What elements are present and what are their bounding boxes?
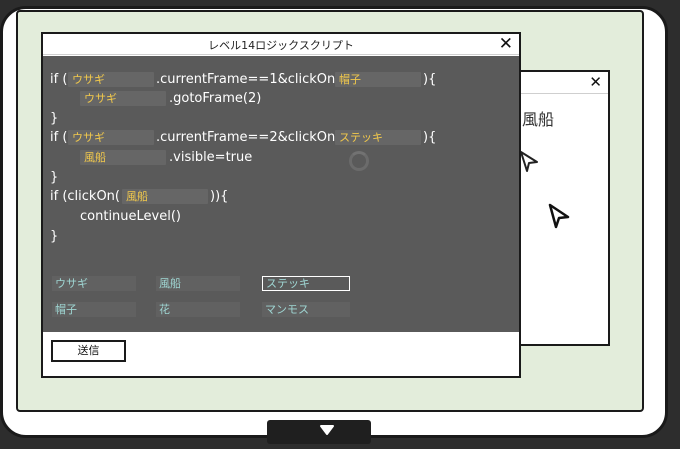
choice-stick[interactable]: ステッキ (262, 276, 350, 291)
choice-flower[interactable]: 花 (156, 302, 240, 317)
code-slot[interactable]: ウサギ (68, 72, 154, 87)
logic-script-dialog: レベル14ロジックスクリプト ✕ if ( ウサギ .currentFrame=… (41, 32, 521, 378)
code-line4-middle: .currentFrame==2&clickOn( (156, 130, 341, 145)
code-line2-suffix: .gotoFrame(2) (169, 91, 262, 106)
code-line1-prefix: if ( (50, 72, 68, 87)
dialog-title: レベル14ロジックスクリプト (208, 39, 354, 52)
pointer-arrow-icon (548, 203, 570, 229)
dialog-close-icon[interactable]: ✕ (499, 35, 513, 53)
code-slot[interactable]: 風船 (80, 150, 166, 165)
code-line4-prefix: if ( (50, 130, 68, 145)
code-line3: } (50, 111, 59, 126)
background-window: ✕ 風船 (514, 70, 610, 346)
code-line8: continueLevel() (80, 209, 181, 224)
code-line1-middle: .currentFrame==1&clickOn( (156, 72, 341, 87)
code-line7-prefix: if (clickOn( (50, 189, 120, 204)
code-slot[interactable]: ステッキ (335, 130, 421, 145)
code-line9: } (50, 229, 59, 244)
background-window-text: 風船 (522, 110, 555, 129)
triangle-down-icon[interactable] (319, 424, 335, 436)
monitor-frame: ✕ 風船 レベル14ロジックスクリプト ✕ if ( ウサギ .currentF… (0, 0, 680, 449)
dialog-titlebar: レベル14ロジックスクリプト ✕ (43, 34, 519, 55)
code-line1-suffix: ){ (423, 72, 437, 87)
spinner-icon (349, 151, 369, 171)
code-line5-suffix: .visible=true (169, 150, 253, 165)
dialog-footer: 送信 (43, 332, 519, 376)
send-button[interactable]: 送信 (51, 340, 126, 362)
code-slot[interactable]: ウサギ (68, 130, 154, 145)
code-line4-suffix: ){ (423, 130, 437, 145)
code-line6: } (50, 170, 59, 185)
choice-rabbit[interactable]: ウサギ (52, 276, 136, 291)
choice-balloon[interactable]: 風船 (156, 276, 240, 291)
code-slot[interactable]: 帽子 (335, 72, 421, 87)
code-slot[interactable]: ウサギ (80, 91, 166, 106)
code-line7-suffix: )){ (210, 189, 229, 204)
small-cursor-icon (520, 151, 538, 172)
code-slot[interactable]: 風船 (122, 189, 208, 204)
code-editor: if ( ウサギ .currentFrame==1&clickOn( 帽子 ){… (43, 56, 519, 332)
choice-mammoth[interactable]: マンモス (262, 302, 350, 317)
choice-hat[interactable]: 帽子 (52, 302, 136, 317)
background-window-close-icon[interactable]: ✕ (589, 75, 602, 90)
